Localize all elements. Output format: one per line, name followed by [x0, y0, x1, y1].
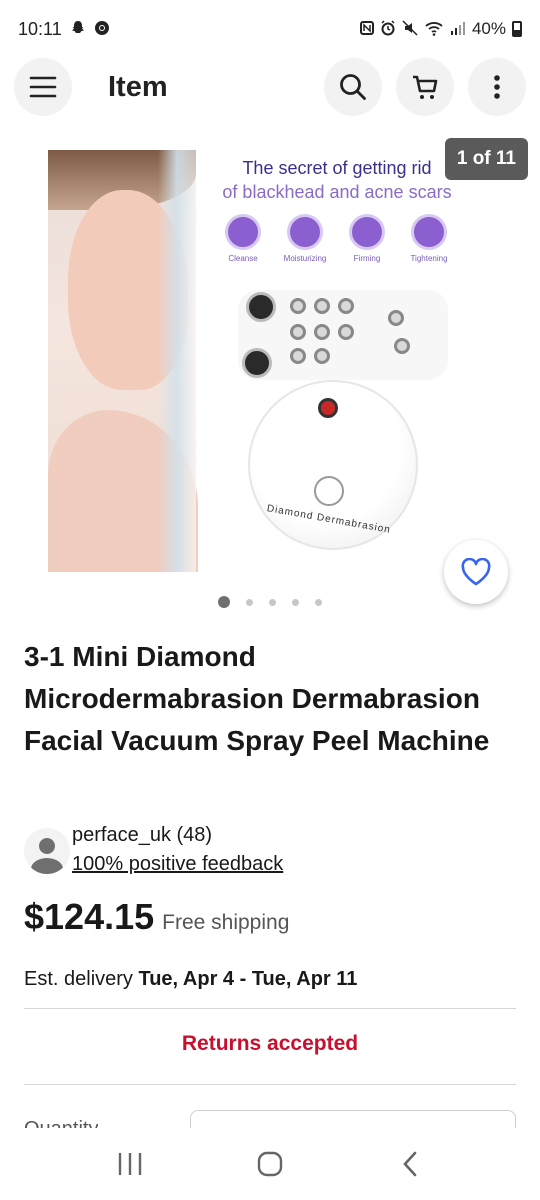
- home-button[interactable]: [240, 1144, 300, 1184]
- recent-apps-button[interactable]: [100, 1144, 160, 1184]
- image-gallery[interactable]: The secret of getting rid of blackhead a…: [0, 138, 540, 604]
- product-image-headline: The secret of getting rid of blackhead a…: [212, 156, 458, 204]
- estimated-delivery: Est. delivery Tue, Apr 4 - Tue, Apr 11: [24, 968, 357, 991]
- carousel-dot[interactable]: [315, 598, 322, 606]
- seller-name[interactable]: perface_uk (48): [72, 822, 283, 848]
- wifi-icon: [424, 20, 444, 39]
- recent-apps-icon: [118, 1153, 142, 1175]
- carousel-dot[interactable]: [269, 598, 276, 606]
- status-bar: 10:11 40%: [0, 0, 540, 58]
- app-header: Item: [0, 56, 540, 118]
- search-button[interactable]: [324, 58, 382, 116]
- firming-icon: [349, 214, 385, 250]
- watch-button[interactable]: [444, 540, 508, 604]
- carousel-dot[interactable]: [292, 598, 299, 606]
- headline-line-2: of blackhead and acne scars: [222, 182, 452, 202]
- cart-button[interactable]: [396, 58, 454, 116]
- headline-line-1: The secret of getting rid: [242, 158, 432, 178]
- divider: [24, 1008, 516, 1009]
- returns-link[interactable]: Returns accepted: [0, 1032, 540, 1056]
- feature-icons-row: Cleanse Moisturizing Firming Tightening: [220, 214, 452, 263]
- item-title: 3-1 Mini Diamond Microdermabrasion Derma…: [24, 641, 490, 756]
- more-vertical-icon: [494, 75, 500, 99]
- signal-icon: [450, 20, 466, 39]
- feature-moisturizing: Moisturizing: [282, 214, 328, 263]
- price-row: $124.15 Free shipping: [24, 896, 289, 938]
- search-icon: [340, 74, 366, 100]
- delivery-prefix: Est. delivery: [24, 968, 139, 990]
- cart-icon: [413, 75, 438, 99]
- menu-icon: [29, 76, 57, 98]
- more-button[interactable]: [468, 58, 526, 116]
- shipping-label: Free shipping: [162, 911, 290, 934]
- feature-cleanse: Cleanse: [220, 214, 266, 263]
- quantity-label: Quantity: [24, 1118, 98, 1128]
- home-icon: [257, 1151, 283, 1177]
- divider: [24, 1084, 516, 1085]
- battery-level: 40%: [471, 19, 506, 38]
- product-image[interactable]: The secret of getting rid of blackhead a…: [48, 150, 458, 572]
- snapchat-icon: [70, 20, 86, 39]
- seller-info[interactable]: perface_uk (48) 100% positive feedback: [24, 822, 283, 880]
- page-title: Item: [108, 70, 168, 103]
- system-nav-bar: [0, 1128, 540, 1200]
- cleanse-icon: [225, 214, 261, 250]
- model-face-image: [48, 150, 198, 572]
- item-price: $124.15: [24, 896, 155, 937]
- chrome-icon: [94, 20, 110, 39]
- back-button[interactable]: [380, 1144, 440, 1184]
- image-counter: 1 of 11: [444, 138, 528, 180]
- feature-tightening: Tightening: [406, 214, 452, 263]
- menu-button[interactable]: [14, 58, 72, 116]
- heart-icon: [461, 558, 491, 586]
- moisturizing-icon: [287, 214, 323, 250]
- delivery-range: Tue, Apr 4 - Tue, Apr 11: [138, 968, 358, 990]
- carousel-dot[interactable]: [218, 596, 230, 608]
- nfc-icon: [359, 20, 374, 38]
- carousel-dot[interactable]: [246, 598, 253, 606]
- status-time: 10:11: [18, 18, 62, 39]
- battery-icon: [512, 21, 522, 37]
- alarm-icon: [380, 19, 396, 39]
- seller-feedback-link[interactable]: 100% positive feedback: [72, 848, 283, 880]
- mute-icon: [402, 19, 418, 39]
- back-icon: [403, 1151, 417, 1177]
- carousel-indicator: [0, 596, 540, 608]
- machine-illustration: Diamond Dermabrasion: [238, 280, 458, 560]
- feature-firming: Firming: [344, 214, 390, 263]
- seller-avatar[interactable]: [24, 828, 70, 874]
- tightening-icon: [411, 214, 447, 250]
